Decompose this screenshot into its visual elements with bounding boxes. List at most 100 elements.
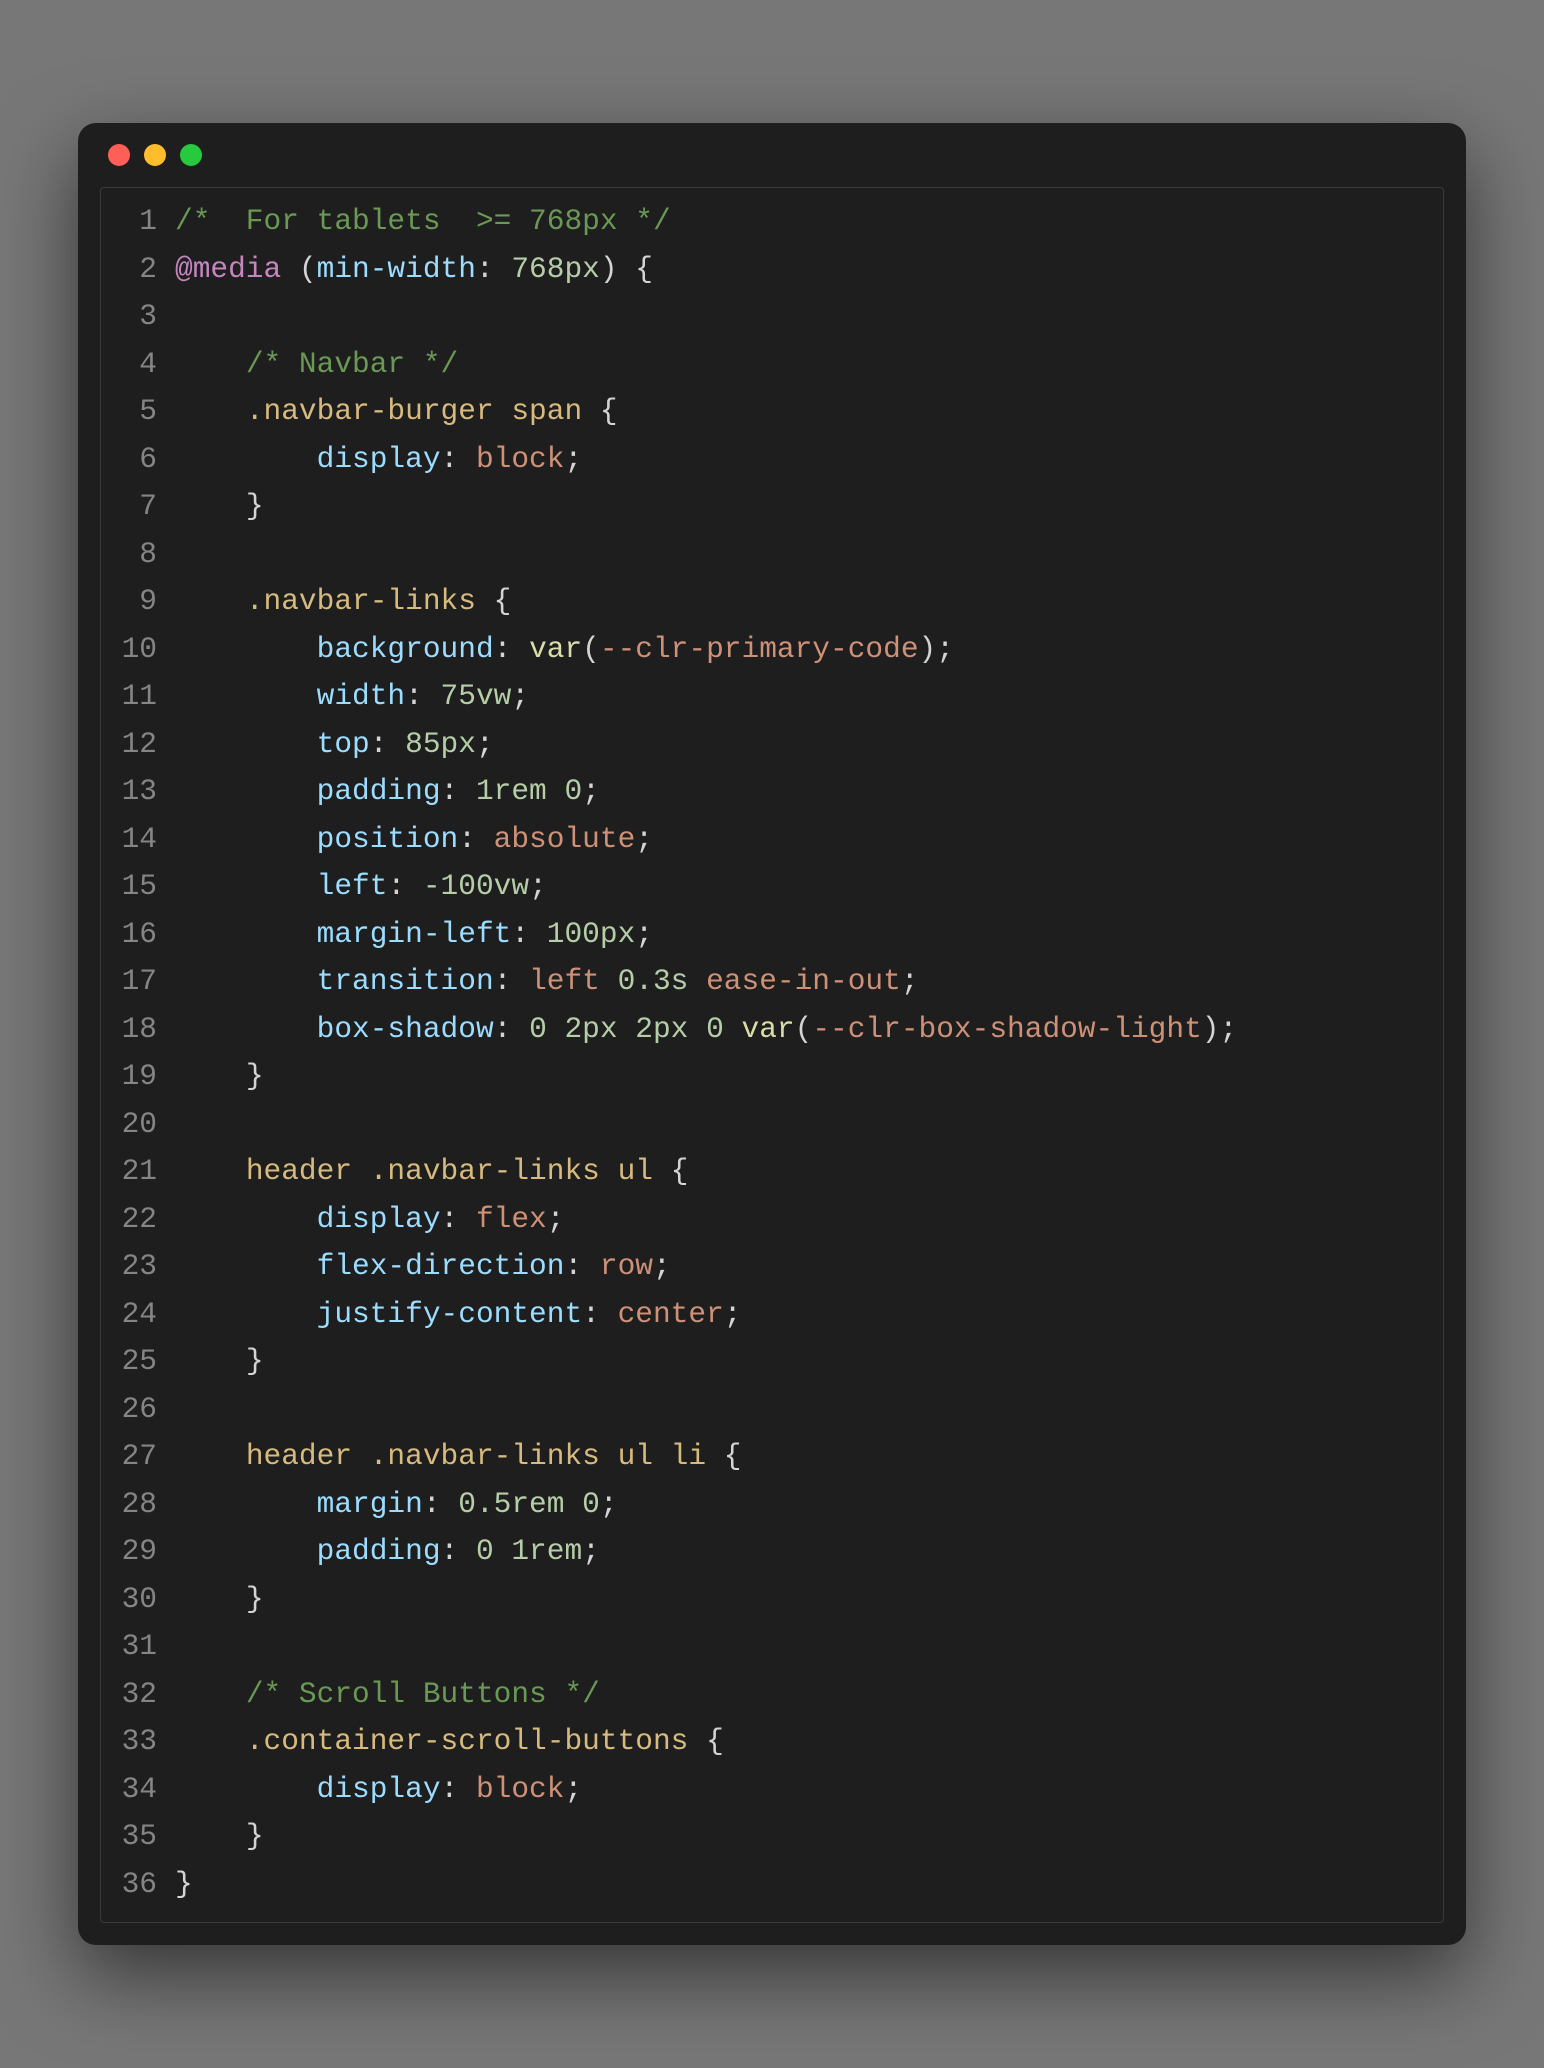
code-content: padding: 0 1rem; [175,1528,1429,1576]
code-content: background: var(--clr-primary-code); [175,626,1429,674]
code-line: 31 [105,1623,1429,1671]
line-number: 6 [105,436,157,484]
code-line: 4 /* Navbar */ [105,341,1429,389]
code-line: 11 width: 75vw; [105,673,1429,721]
line-number: 33 [105,1718,157,1766]
line-number: 21 [105,1148,157,1196]
code-line: 34 display: block; [105,1766,1429,1814]
code-line: 1/* For tablets >= 768px */ [105,198,1429,246]
code-content: .container-scroll-buttons { [175,1718,1429,1766]
code-line: 16 margin-left: 100px; [105,911,1429,959]
code-content: box-shadow: 0 2px 2px 0 var(--clr-box-sh… [175,1006,1429,1054]
code-content: } [175,1813,1429,1861]
code-line: 33 .container-scroll-buttons { [105,1718,1429,1766]
line-number: 26 [105,1386,157,1434]
code-line: 23 flex-direction: row; [105,1243,1429,1291]
code-line: 2 @media (min-width: 768px) { [105,246,1429,294]
code-content: position: absolute; [175,816,1429,864]
code-editor[interactable]: 1/* For tablets >= 768px */2 @media (min-… [100,187,1444,1923]
code-content [175,1386,1429,1434]
code-content: left: -100vw; [175,863,1429,911]
line-number: 29 [105,1528,157,1576]
line-number: 36 [105,1861,157,1909]
line-number: 14 [105,816,157,864]
code-content: /* Navbar */ [175,341,1429,389]
line-number: 10 [105,626,157,674]
close-icon[interactable] [108,144,130,166]
line-number: 22 [105,1196,157,1244]
code-line: 7 } [105,483,1429,531]
code-content: } [175,1053,1429,1101]
minimize-icon[interactable] [144,144,166,166]
code-content: display: block; [175,436,1429,484]
line-number: 16 [105,911,157,959]
code-line: 18 box-shadow: 0 2px 2px 0 var(--clr-box… [105,1006,1429,1054]
titlebar [78,123,1466,187]
code-content: transition: left 0.3s ease-in-out; [175,958,1429,1006]
code-content: } [175,1338,1429,1386]
line-number: 23 [105,1243,157,1291]
code-line: 3 [105,293,1429,341]
code-line: 28 margin: 0.5rem 0; [105,1481,1429,1529]
zoom-icon[interactable] [180,144,202,166]
line-number: 24 [105,1291,157,1339]
code-line: 19 } [105,1053,1429,1101]
line-number: 11 [105,673,157,721]
code-content: header .navbar-links ul { [175,1148,1429,1196]
line-number: 15 [105,863,157,911]
code-line: 6 display: block; [105,436,1429,484]
code-line: 22 display: flex; [105,1196,1429,1244]
code-line: 20 [105,1101,1429,1149]
code-content: top: 85px; [175,721,1429,769]
line-number: 12 [105,721,157,769]
code-line: 26 [105,1386,1429,1434]
line-number: 25 [105,1338,157,1386]
code-line: 9 .navbar-links { [105,578,1429,626]
line-number: 4 [105,341,157,389]
line-number: 13 [105,768,157,816]
code-content: @media (min-width: 768px) { [175,246,1429,294]
code-line: 30 } [105,1576,1429,1624]
code-content: /* Scroll Buttons */ [175,1671,1429,1719]
code-content [175,1101,1429,1149]
code-line: 10 background: var(--clr-primary-code); [105,626,1429,674]
code-line: 13 padding: 1rem 0; [105,768,1429,816]
line-number: 31 [105,1623,157,1671]
code-line: 5 .navbar-burger span { [105,388,1429,436]
line-number: 7 [105,483,157,531]
line-number: 28 [105,1481,157,1529]
line-number: 9 [105,578,157,626]
code-content: margin: 0.5rem 0; [175,1481,1429,1529]
line-number: 30 [105,1576,157,1624]
line-number: 1 [105,198,157,246]
code-content: .navbar-links { [175,578,1429,626]
code-content: padding: 1rem 0; [175,768,1429,816]
code-line: 12 top: 85px; [105,721,1429,769]
line-number: 17 [105,958,157,1006]
code-content: } [175,483,1429,531]
code-line: 36} [105,1861,1429,1909]
code-content: .navbar-burger span { [175,388,1429,436]
line-number: 34 [105,1766,157,1814]
code-line: 14 position: absolute; [105,816,1429,864]
line-number: 19 [105,1053,157,1101]
code-content: header .navbar-links ul li { [175,1433,1429,1481]
code-line: 35 } [105,1813,1429,1861]
code-window: 1/* For tablets >= 768px */2 @media (min-… [78,123,1466,1945]
code-content [175,531,1429,579]
line-number: 8 [105,531,157,579]
code-content: justify-content: center; [175,1291,1429,1339]
code-content: flex-direction: row; [175,1243,1429,1291]
line-number: 32 [105,1671,157,1719]
code-content: } [175,1576,1429,1624]
code-line: 17 transition: left 0.3s ease-in-out; [105,958,1429,1006]
line-number: 18 [105,1006,157,1054]
line-number: 3 [105,293,157,341]
code-line: 8 [105,531,1429,579]
line-number: 20 [105,1101,157,1149]
code-content [175,1623,1429,1671]
line-number: 27 [105,1433,157,1481]
code-content: display: flex; [175,1196,1429,1244]
line-number: 35 [105,1813,157,1861]
line-number: 2 [105,246,157,294]
